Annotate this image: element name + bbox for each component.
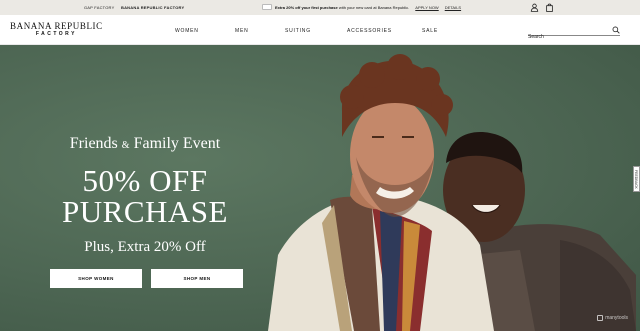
hero-headline-line-1: 50% OFF [82, 163, 208, 198]
utility-bar: GAP FACTORY BANANA REPUBLIC FACTORY Extr… [0, 0, 640, 15]
search-input[interactable] [528, 32, 606, 42]
hero-headline-line-2: PURCHASE [62, 194, 228, 229]
banana-republic-factory-logo[interactable]: BANANA REPUBLIC FACTORY [10, 21, 103, 38]
nav-sale[interactable]: SALE [422, 28, 438, 34]
search-box [528, 25, 620, 42]
feedback-tab[interactable]: FEEDBACK [633, 166, 640, 192]
nav-suiting[interactable]: SUITING [285, 28, 311, 34]
hero-kicker-friends: Friends [69, 135, 118, 152]
promo-rest-text: with your new card at Banana Republic. [338, 4, 410, 10]
watermark-logo-icon [597, 315, 604, 321]
card-promo: Extra 20% off your first purchase with y… [262, 4, 461, 10]
nav-accessories[interactable]: ACCESSORIES [347, 28, 392, 34]
shop-women-button[interactable]: SHOP WOMEN [50, 269, 142, 288]
shop-men-button[interactable]: SHOP MEN [151, 269, 243, 288]
account-icon[interactable] [530, 3, 539, 12]
hero-kicker-ampersand: & [121, 140, 130, 151]
watermark-text: manytools [605, 315, 628, 321]
banana-republic-factory-link[interactable]: BANANA REPUBLIC FACTORY [121, 5, 184, 10]
hero-copy: Friends & Family Event 50% OFF PURCHASE … [40, 133, 250, 256]
nav-women[interactable]: WOMEN [175, 28, 199, 34]
logo-main-text: BANANA REPUBLIC [10, 21, 103, 31]
hero-kicker: Friends & Family Event [40, 133, 250, 157]
nav-men[interactable]: MEN [235, 28, 249, 34]
credit-card-icon [262, 4, 272, 10]
hero-subhead: Plus, Extra 20% Off [84, 239, 206, 255]
search-icon[interactable] [612, 26, 620, 34]
details-link[interactable]: DETAILS [445, 5, 461, 10]
promo-text: Extra 20% off your first purchase with y… [275, 5, 409, 10]
apply-now-link[interactable]: APPLY NOW [415, 5, 438, 10]
hero-banner[interactable]: Friends & Family Event 50% OFF PURCHASE … [0, 45, 640, 331]
logo-sub-text: FACTORY [35, 31, 77, 37]
hero-kicker-event: Family Event [133, 135, 221, 152]
site-header: BANANA REPUBLIC FACTORY WOMEN MEN SUITIN… [0, 15, 640, 45]
watermark: manytools [597, 315, 628, 321]
shopping-bag-icon[interactable] [545, 3, 554, 12]
gap-factory-link[interactable]: GAP FACTORY [84, 5, 114, 10]
promo-bold-text: Extra 20% off your first purchase [275, 4, 338, 10]
